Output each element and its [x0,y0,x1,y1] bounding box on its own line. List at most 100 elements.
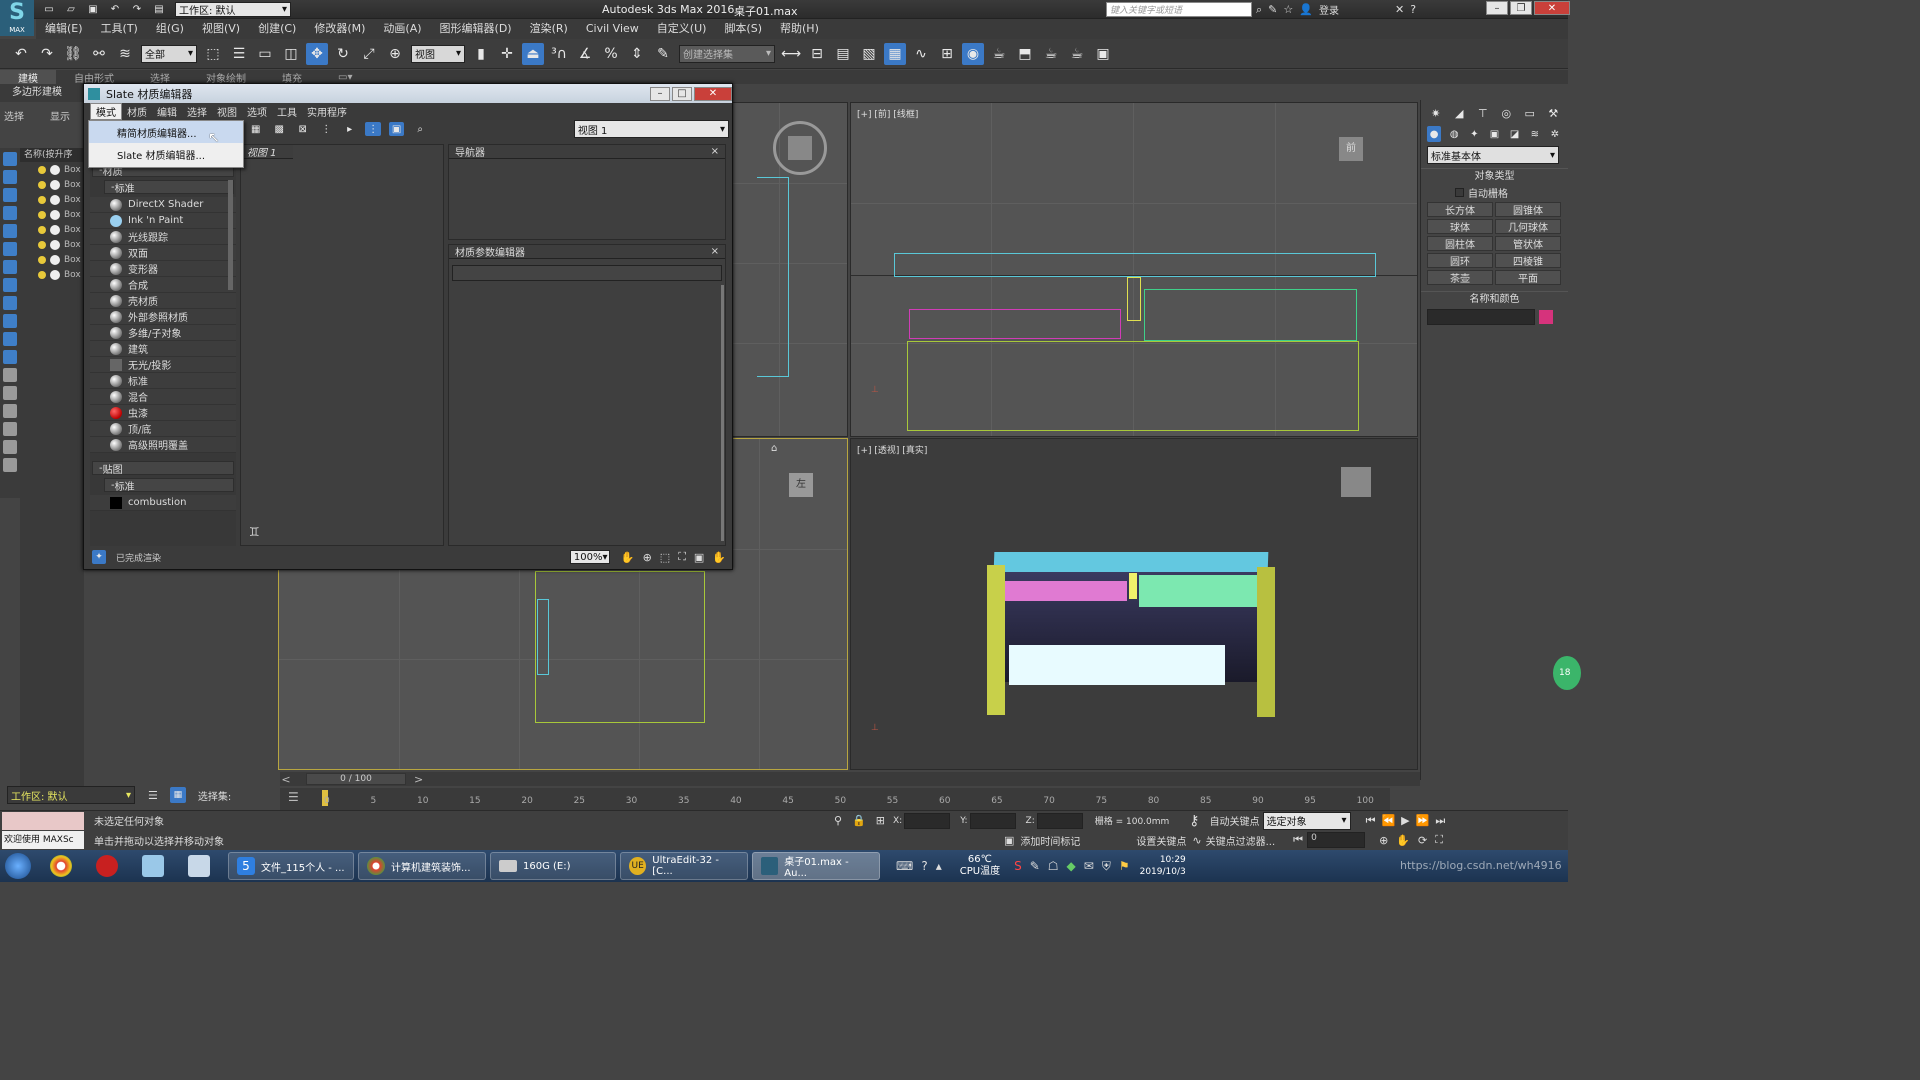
restore-button[interactable]: ❐ [1510,1,1532,15]
light-bulb-icon[interactable] [38,240,46,249]
list-item[interactable]: 外部参照材质 [90,309,236,325]
zoom-extents-icon[interactable]: ⛶ [678,550,686,564]
freeze-icon[interactable] [50,224,60,235]
select-by-name-icon[interactable]: ☰ [228,43,250,65]
slate-menu-tools[interactable]: 工具 [272,104,302,119]
workspace-dropdown[interactable]: 工作区: 默认 ▾ [175,2,291,17]
zoom-icon[interactable]: ⊕ [643,551,652,564]
move-children-icon[interactable]: ⋮ [318,122,333,136]
collapse-icon[interactable] [3,458,17,472]
reference-coord-dropdown[interactable]: 视图 ▾ [411,44,465,63]
viewport-front[interactable]: [+] [前] [线框] 前 ⊥ [850,102,1418,437]
maxscript-listener-top[interactable] [2,811,84,830]
tube-button[interactable]: 管状体 [1495,236,1561,251]
pan-viewport-icon[interactable]: ✋ [1396,834,1410,847]
rendered-frame-icon[interactable]: ⬒ [1014,43,1036,65]
pyramid-button[interactable]: 四棱锥 [1495,253,1561,268]
plane-button[interactable]: 平面 [1495,270,1561,285]
viewcube-front[interactable]: 前 [1339,137,1363,161]
scene-explorer-header[interactable]: 名称(按升序 [20,148,84,162]
key-filters-button[interactable]: 关键点过滤器... [1206,833,1276,848]
list-item[interactable]: Box [20,237,84,252]
slate-menu-edit[interactable]: 编辑 [152,104,182,119]
explorer-app-icon[interactable] [142,855,164,877]
sphere-button[interactable]: 球体 [1427,219,1493,234]
slate-menu-select[interactable]: 选择 [182,104,212,119]
isolate-icon[interactable]: ⚲ [834,814,842,827]
scene-explorer-icon[interactable]: ▦ [884,42,906,65]
shapes-icon[interactable]: ◍ [1447,126,1461,142]
keyboard-icon[interactable]: ⌨ [896,859,913,873]
goto-end-icon[interactable]: ⏭ [1435,814,1445,828]
primitive-category-dropdown[interactable]: 标准基本体 ▾ [1427,146,1559,164]
systems-icon[interactable]: ✲ [1548,126,1562,142]
menu-civil-view[interactable]: Civil View [577,19,648,39]
key-mode-icon[interactable]: ⏮ [1293,833,1303,847]
select-object-icon[interactable]: ⬚ [202,43,224,65]
layout-children-icon[interactable]: ⋮ [365,122,381,136]
network-tray-icon[interactable]: ☖ [1048,859,1059,873]
time-slider-thumb[interactable]: 0 / 100 [306,773,406,785]
star-icon[interactable]: ☆ [1283,3,1293,16]
display-groups-icon[interactable] [3,260,17,274]
slate-title-bar[interactable]: Slate 材质编辑器 – □ ✕ [84,84,732,103]
pivot-center-icon[interactable]: ▮ [470,43,492,65]
display-hidden-icon[interactable] [3,350,17,364]
cameras-icon[interactable]: ▣ [1487,126,1501,142]
help-icon[interactable]: ? [1410,3,1416,16]
explorer-tab-select[interactable]: 选择 [4,108,24,123]
menu-modifiers[interactable]: 修改器(M) [305,19,374,39]
list-item[interactable]: Ink 'n Paint [90,213,236,229]
tray-chevron-icon[interactable]: ▴ [936,859,942,873]
list-item[interactable]: 标准 [90,373,236,389]
undo-icon[interactable]: ↶ [10,43,32,65]
pan-to-icon[interactable]: ✋ [712,551,726,564]
light-bulb-icon[interactable] [38,225,46,234]
user-icon[interactable]: 👤 [1299,3,1313,16]
list-item[interactable]: combustion [90,495,236,511]
render-setup-icon[interactable]: ☕ [988,43,1010,65]
key-icon[interactable]: ⚷ [1189,813,1199,829]
menu-create[interactable]: 创建(C) [249,19,305,39]
wechat-tray-icon[interactable]: ✉ [1084,859,1094,873]
motion-tab-icon[interactable]: ◎ [1498,104,1516,122]
spinner-snap-icon[interactable]: ⇕ [626,43,648,65]
material-name-field[interactable] [452,265,722,281]
display-geometry-icon[interactable] [3,152,17,166]
redo-icon[interactable]: ↷ [36,43,58,65]
new-file-icon[interactable]: ▭ [42,3,56,17]
cpu-temp-widget[interactable]: 66℃ CPU温度 [960,854,1000,878]
login-link[interactable]: 登录 [1319,2,1339,17]
autogrid-checkbox[interactable] [1455,187,1464,197]
list-item[interactable]: 建筑 [90,341,236,357]
render-iterative-icon[interactable]: ☕ [1066,43,1088,65]
param-scrollbar[interactable] [721,285,724,541]
light-bulb-icon[interactable] [38,255,46,264]
flag-tray-icon[interactable]: ⚑ [1119,859,1130,873]
slate-menu-options[interactable]: 选项 [242,104,272,119]
maximize-viewport-icon[interactable]: ⛶ [1435,833,1443,847]
hierarchy-tab-icon[interactable]: ⊤ [1474,104,1492,122]
list-item[interactable]: Box [20,192,84,207]
add-time-tag[interactable]: 添加时间标记 [1020,833,1080,848]
browser-subsection-standard[interactable]: - 标准 [104,180,234,195]
freeze-icon[interactable] [50,209,60,220]
display-containers-icon[interactable] [3,314,17,328]
cone-button[interactable]: 圆锥体 [1495,202,1561,217]
prev-frame-icon[interactable]: ⏪ [1381,814,1395,827]
x-coord-field[interactable] [904,812,951,829]
viewport-perspective[interactable]: [+] [透视] [真实] ⊥ [850,438,1418,770]
set-key-button[interactable]: 设置关键点 [1136,833,1186,848]
slate-maximize-button[interactable]: □ [672,86,692,101]
menu-animation[interactable]: 动画(A) [374,19,430,39]
home-icon[interactable]: ⌂ [771,443,777,454]
task-115-files[interactable]: 5 文件_115个人 - ... [228,852,354,880]
track-bar[interactable]: ☰ 0 5 10 15 20 25 30 35 40 45 50 55 60 65 70 75 80 85 90 95… [280,788,1390,810]
list-item[interactable]: 双面 [90,245,236,261]
list-item[interactable]: 光线跟踪 [90,229,236,245]
zoom-dropdown[interactable]: 100% ▾ [569,550,610,564]
maxscript-listener[interactable]: 欢迎使用 MAXSc [2,831,84,849]
update-badge[interactable]: 18 [1553,656,1581,690]
key-filter-icon[interactable]: ∿ [1192,834,1201,847]
render-production-icon[interactable]: ☕ [1040,43,1062,65]
